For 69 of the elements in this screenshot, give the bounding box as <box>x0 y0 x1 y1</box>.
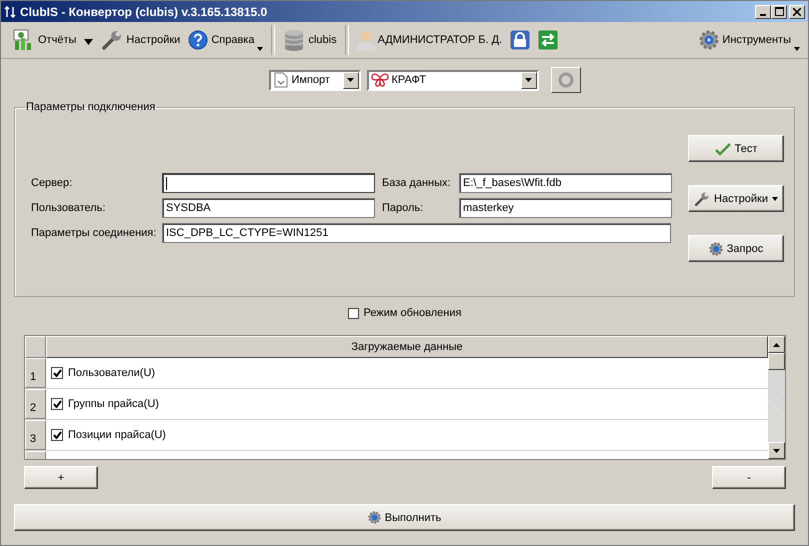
execute-button[interactable]: Выполнить <box>14 504 795 531</box>
side-button[interactable]: Запрос <box>688 235 784 262</box>
group-title: Параметры подключения <box>25 101 156 113</box>
lock-icon <box>510 30 530 50</box>
database-icon <box>283 29 306 51</box>
maximize-icon <box>774 7 784 16</box>
scroll-thumb[interactable] <box>768 353 785 370</box>
scroll-down-button[interactable] <box>768 442 785 459</box>
caret-icon <box>84 38 94 44</box>
row-label: Группы прайса(U) <box>68 398 159 410</box>
toolbar-button[interactable]: Отчёты <box>9 26 80 54</box>
butterfly-icon <box>370 73 388 87</box>
up-arrow-icon <box>773 342 780 346</box>
toolbar-button[interactable]: clubis <box>279 26 341 54</box>
user-icon <box>356 29 375 51</box>
column-header[interactable]: Загружаемые данные <box>46 336 768 358</box>
input-field[interactable]: ISC_DPB_LC_CTYPE=WIN1251 <box>162 223 671 243</box>
close-button[interactable] <box>789 4 805 18</box>
caret-icon <box>257 47 264 51</box>
field-label: Сервер: <box>31 177 74 189</box>
wrench-icon <box>694 190 710 206</box>
input-field[interactable] <box>162 173 375 193</box>
toolbar-button[interactable]: Настройки <box>97 26 184 54</box>
settings-icon <box>699 30 720 50</box>
minimize-icon <box>760 14 766 16</box>
input-field[interactable]: SYSDBA <box>162 198 375 218</box>
checkbox[interactable] <box>51 367 63 379</box>
field-label: База данных: <box>382 177 452 189</box>
gear-icon <box>368 511 381 524</box>
toolbar-button[interactable]: Инструменты <box>695 26 804 54</box>
row-header: 1 <box>25 358 46 388</box>
row-header: 3 <box>25 420 46 450</box>
field-label: Параметры соединения: <box>31 227 158 239</box>
check-icon <box>714 142 731 156</box>
checkbox[interactable] <box>51 398 63 410</box>
row-header: 2 <box>25 389 46 419</box>
help-icon <box>188 30 208 50</box>
gear-icon <box>708 242 723 256</box>
toolbar-button[interactable]: АДМИНИСТРАТОР Б. Д. <box>352 26 506 54</box>
caret-icon <box>772 196 778 200</box>
app-icon <box>4 6 16 18</box>
checkbox[interactable] <box>51 429 63 441</box>
swap-arrows-icon <box>538 30 558 50</box>
maximize-button[interactable] <box>771 4 787 18</box>
field-label: Пользователь: <box>31 202 106 214</box>
row-label: Позиции прайса(U) <box>68 429 166 441</box>
profile-select[interactable]: КРАФТ <box>366 70 538 90</box>
close-icon <box>793 8 801 16</box>
scrollbar[interactable] <box>768 336 785 459</box>
field-label: Пароль: <box>382 202 424 214</box>
down-arrow-icon <box>773 448 780 452</box>
checkbox-label: Режим обновления <box>364 307 462 319</box>
input-field[interactable]: masterkey <box>459 198 672 218</box>
input-field[interactable]: E:\_f_bases\Wfit.fdb <box>459 173 672 193</box>
mode-select[interactable]: Импорт <box>268 70 360 90</box>
caret-icon <box>794 47 800 51</box>
checkbox[interactable] <box>348 308 359 318</box>
row-label: Пользователи(U) <box>68 367 156 379</box>
minimize-button[interactable] <box>755 4 771 18</box>
toolbar-button[interactable]: Справка <box>184 26 268 54</box>
add-button[interactable]: + <box>24 466 98 489</box>
side-button[interactable]: Настройки <box>688 185 784 212</box>
scroll-up-button[interactable] <box>768 336 785 353</box>
side-button[interactable]: Тест <box>688 135 784 162</box>
remove-button[interactable]: - <box>712 466 786 489</box>
document-icon <box>272 72 288 88</box>
wrench-icon <box>101 29 124 51</box>
window-title: ClubIS - Конвертор (clubis) v.3.165.13815.0 <box>20 4 268 18</box>
ring-icon <box>558 72 574 88</box>
